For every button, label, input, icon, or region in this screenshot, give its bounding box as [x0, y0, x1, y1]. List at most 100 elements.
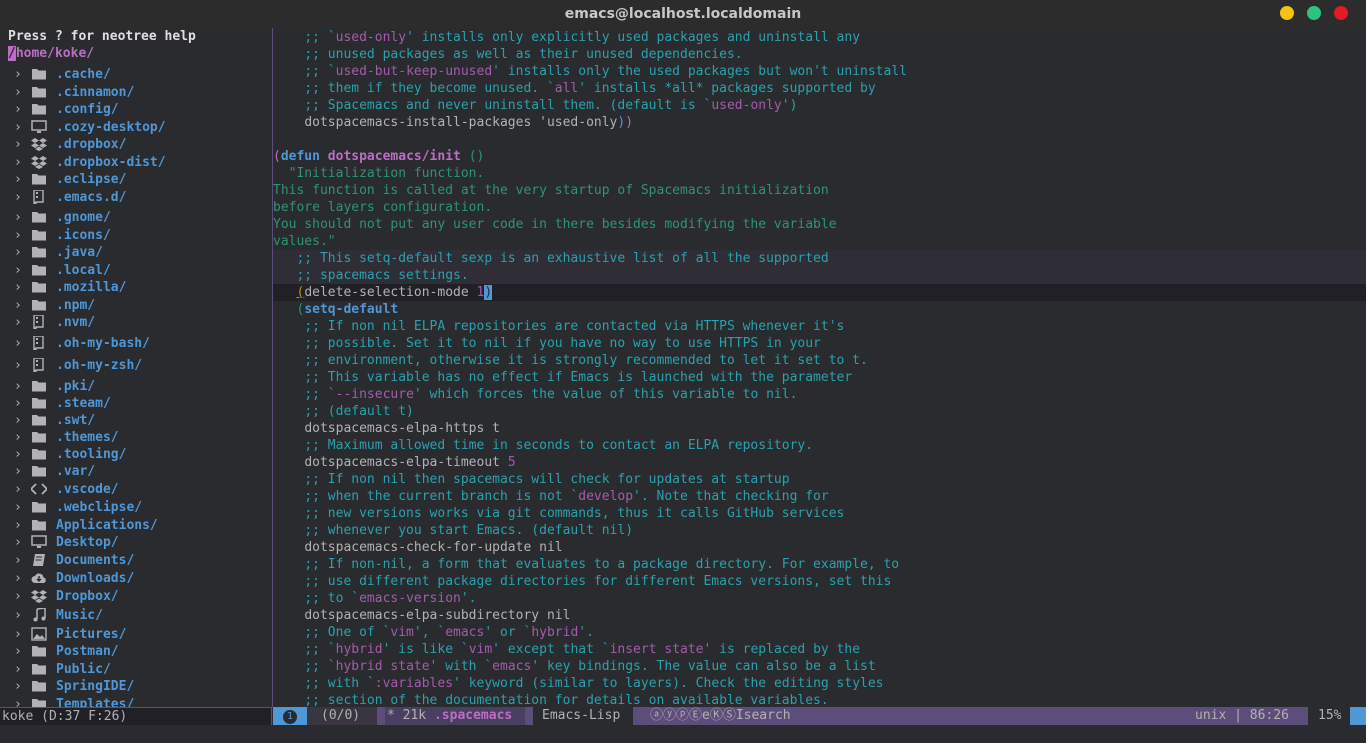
code-line[interactable]: ;; (default t) [273, 403, 1366, 420]
chevron-right-icon[interactable]: › [14, 697, 24, 708]
chevron-right-icon[interactable]: › [14, 210, 24, 225]
neotree-item[interactable]: › .dropbox-dist/ [0, 153, 272, 171]
code-line[interactable]: ;; `hybrid state' with `emacs' key bindi… [273, 658, 1366, 675]
neotree-item[interactable]: › .swt/ [0, 411, 272, 429]
code-line[interactable]: dotspacemacs-elpa-timeout 5 [273, 454, 1366, 471]
window-number[interactable]: 1 [273, 707, 307, 725]
neotree-item[interactable]: › .pki/ [0, 377, 272, 395]
chevron-right-icon[interactable]: › [14, 228, 24, 243]
code-line[interactable]: (defun dotspacemacs/init () [273, 148, 1366, 165]
neotree-item[interactable]: › Templates/ [0, 695, 272, 707]
chevron-right-icon[interactable]: › [14, 482, 24, 497]
chevron-right-icon[interactable]: › [14, 120, 24, 135]
neotree-item[interactable]: › .gnome/ [0, 208, 272, 226]
editor-buffer[interactable]: ;; `used-only' installs only explicitly … [273, 28, 1366, 707]
neotree-item[interactable]: › Desktop/ [0, 533, 272, 551]
chevron-right-icon[interactable]: › [14, 608, 24, 623]
code-line[interactable]: This function is called at the very star… [273, 182, 1366, 199]
chevron-right-icon[interactable]: › [14, 447, 24, 462]
neotree-item[interactable]: › Dropbox/ [0, 587, 272, 605]
chevron-right-icon[interactable]: › [14, 298, 24, 313]
code-line[interactable]: ;; If non-nil, a form that evaluates to … [273, 556, 1366, 573]
neotree-item[interactable]: › .icons/ [0, 226, 272, 244]
chevron-right-icon[interactable]: › [14, 280, 24, 295]
neotree-item[interactable]: › .cozy-desktop/ [0, 118, 272, 136]
code-line[interactable]: ;; If non nil ELPA repositories are cont… [273, 318, 1366, 335]
code-line[interactable] [273, 131, 1366, 148]
code-line[interactable]: before layers configuration. [273, 199, 1366, 216]
chevron-right-icon[interactable]: › [14, 85, 24, 100]
neotree-item[interactable]: › .webclipse/ [0, 498, 272, 516]
code-line[interactable]: ;; `--insecure' which forces the value o… [273, 386, 1366, 403]
code-line[interactable]: ;; `hybrid' is like `vim' except that `i… [273, 641, 1366, 658]
minor-modes[interactable]: ⓐⓨⓟⒺeⓀⓈIsearch [641, 707, 841, 725]
neotree-item[interactable]: › Postman/ [0, 642, 272, 660]
chevron-right-icon[interactable]: › [14, 263, 24, 278]
chevron-right-icon[interactable]: › [14, 137, 24, 152]
code-line[interactable]: dotspacemacs-elpa-https t [273, 420, 1366, 437]
chevron-right-icon[interactable]: › [14, 553, 24, 568]
code-line[interactable]: "Initialization function. [273, 165, 1366, 182]
code-line[interactable]: You should not put any user code in ther… [273, 216, 1366, 233]
neotree-item[interactable]: › .steam/ [0, 394, 272, 412]
chevron-right-icon[interactable]: › [14, 413, 24, 428]
chevron-right-icon[interactable]: › [14, 379, 24, 394]
major-mode[interactable]: Emacs-Lisp [533, 707, 633, 725]
buffer-info[interactable]: * 21k .spacemacs [385, 707, 525, 725]
code-line[interactable]: ;; with `:variables' keyword (similar to… [273, 675, 1366, 692]
chevron-right-icon[interactable]: › [14, 535, 24, 550]
code-line[interactable]: values." [273, 233, 1366, 250]
code-line[interactable]: ;; use different package directories for… [273, 573, 1366, 590]
neotree-item[interactable]: › Music/ [0, 606, 272, 624]
neotree-item[interactable]: › .oh-my-zsh/ [0, 356, 272, 374]
neotree-item[interactable]: › Downloads/ [0, 569, 272, 587]
chevron-right-icon[interactable]: › [14, 155, 24, 170]
code-line[interactable]: dotspacemacs-check-for-update nil [273, 539, 1366, 556]
neotree-item[interactable]: › Applications/ [0, 516, 272, 534]
chevron-right-icon[interactable]: › [14, 102, 24, 117]
neotree-item[interactable]: › .npm/ [0, 296, 272, 314]
code-line[interactable]: ;; `used-but-keep-unused' installs only … [273, 63, 1366, 80]
code-line[interactable]: ;; Maximum allowed time in seconds to co… [273, 437, 1366, 454]
code-line[interactable]: (delete-selection-mode 1) [273, 284, 1366, 301]
chevron-right-icon[interactable]: › [14, 172, 24, 187]
minimize-button[interactable] [1280, 6, 1294, 20]
chevron-right-icon[interactable]: › [14, 396, 24, 411]
code-line[interactable]: ;; `used-only' installs only explicitly … [273, 29, 1366, 46]
close-button[interactable] [1334, 6, 1348, 20]
chevron-right-icon[interactable]: › [14, 500, 24, 515]
code-line[interactable]: dotspacemacs-elpa-subdirectory nil [273, 607, 1366, 624]
chevron-right-icon[interactable]: › [14, 430, 24, 445]
neotree-item[interactable]: › Documents/ [0, 551, 272, 569]
code-line[interactable]: ;; possible. Set it to nil if you have n… [273, 335, 1366, 352]
code-line[interactable]: ;; If non nil then spacemacs will check … [273, 471, 1366, 488]
code-line[interactable]: ;; section of the documentation for deta… [273, 692, 1366, 707]
neotree-item[interactable]: › .emacs.d/ [0, 188, 272, 206]
chevron-right-icon[interactable]: › [14, 662, 24, 677]
chevron-right-icon[interactable]: › [14, 571, 24, 586]
code-line[interactable]: ;; spacemacs settings. [273, 267, 1366, 284]
chevron-right-icon[interactable]: › [14, 315, 24, 330]
code-line[interactable]: ;; One of `vim', `emacs' or `hybrid'. [273, 624, 1366, 641]
maximize-button[interactable] [1307, 6, 1321, 20]
chevron-right-icon[interactable]: › [14, 336, 24, 351]
neotree-root-path[interactable]: /home/koke/ [8, 46, 94, 61]
code-line[interactable]: ;; This variable has no effect if Emacs … [273, 369, 1366, 386]
code-line[interactable]: (setq-default [273, 301, 1366, 318]
code-line[interactable]: ;; Spacemacs and never uninstall them. (… [273, 97, 1366, 114]
neotree-item[interactable]: › .nvm/ [0, 313, 272, 331]
code-line[interactable]: ;; This setq-default sexp is an exhausti… [273, 250, 1366, 267]
neotree-item[interactable]: › .java/ [0, 243, 272, 261]
chevron-right-icon[interactable]: › [14, 245, 24, 260]
neotree-item[interactable]: › .dropbox/ [0, 135, 272, 153]
neotree-item[interactable]: › SpringIDE/ [0, 677, 272, 695]
neotree-item[interactable]: › .themes/ [0, 428, 272, 446]
neotree-item[interactable]: › .vscode/ [0, 480, 272, 498]
code-line[interactable]: ;; new versions works via git commands, … [273, 505, 1366, 522]
neotree-item[interactable]: › Public/ [0, 660, 272, 678]
code-line[interactable]: ;; to `emacs-version'. [273, 590, 1366, 607]
neotree-item[interactable]: › .config/ [0, 100, 272, 118]
chevron-right-icon[interactable]: › [14, 190, 24, 205]
chevron-right-icon[interactable]: › [14, 358, 24, 373]
chevron-right-icon[interactable]: › [14, 67, 24, 82]
